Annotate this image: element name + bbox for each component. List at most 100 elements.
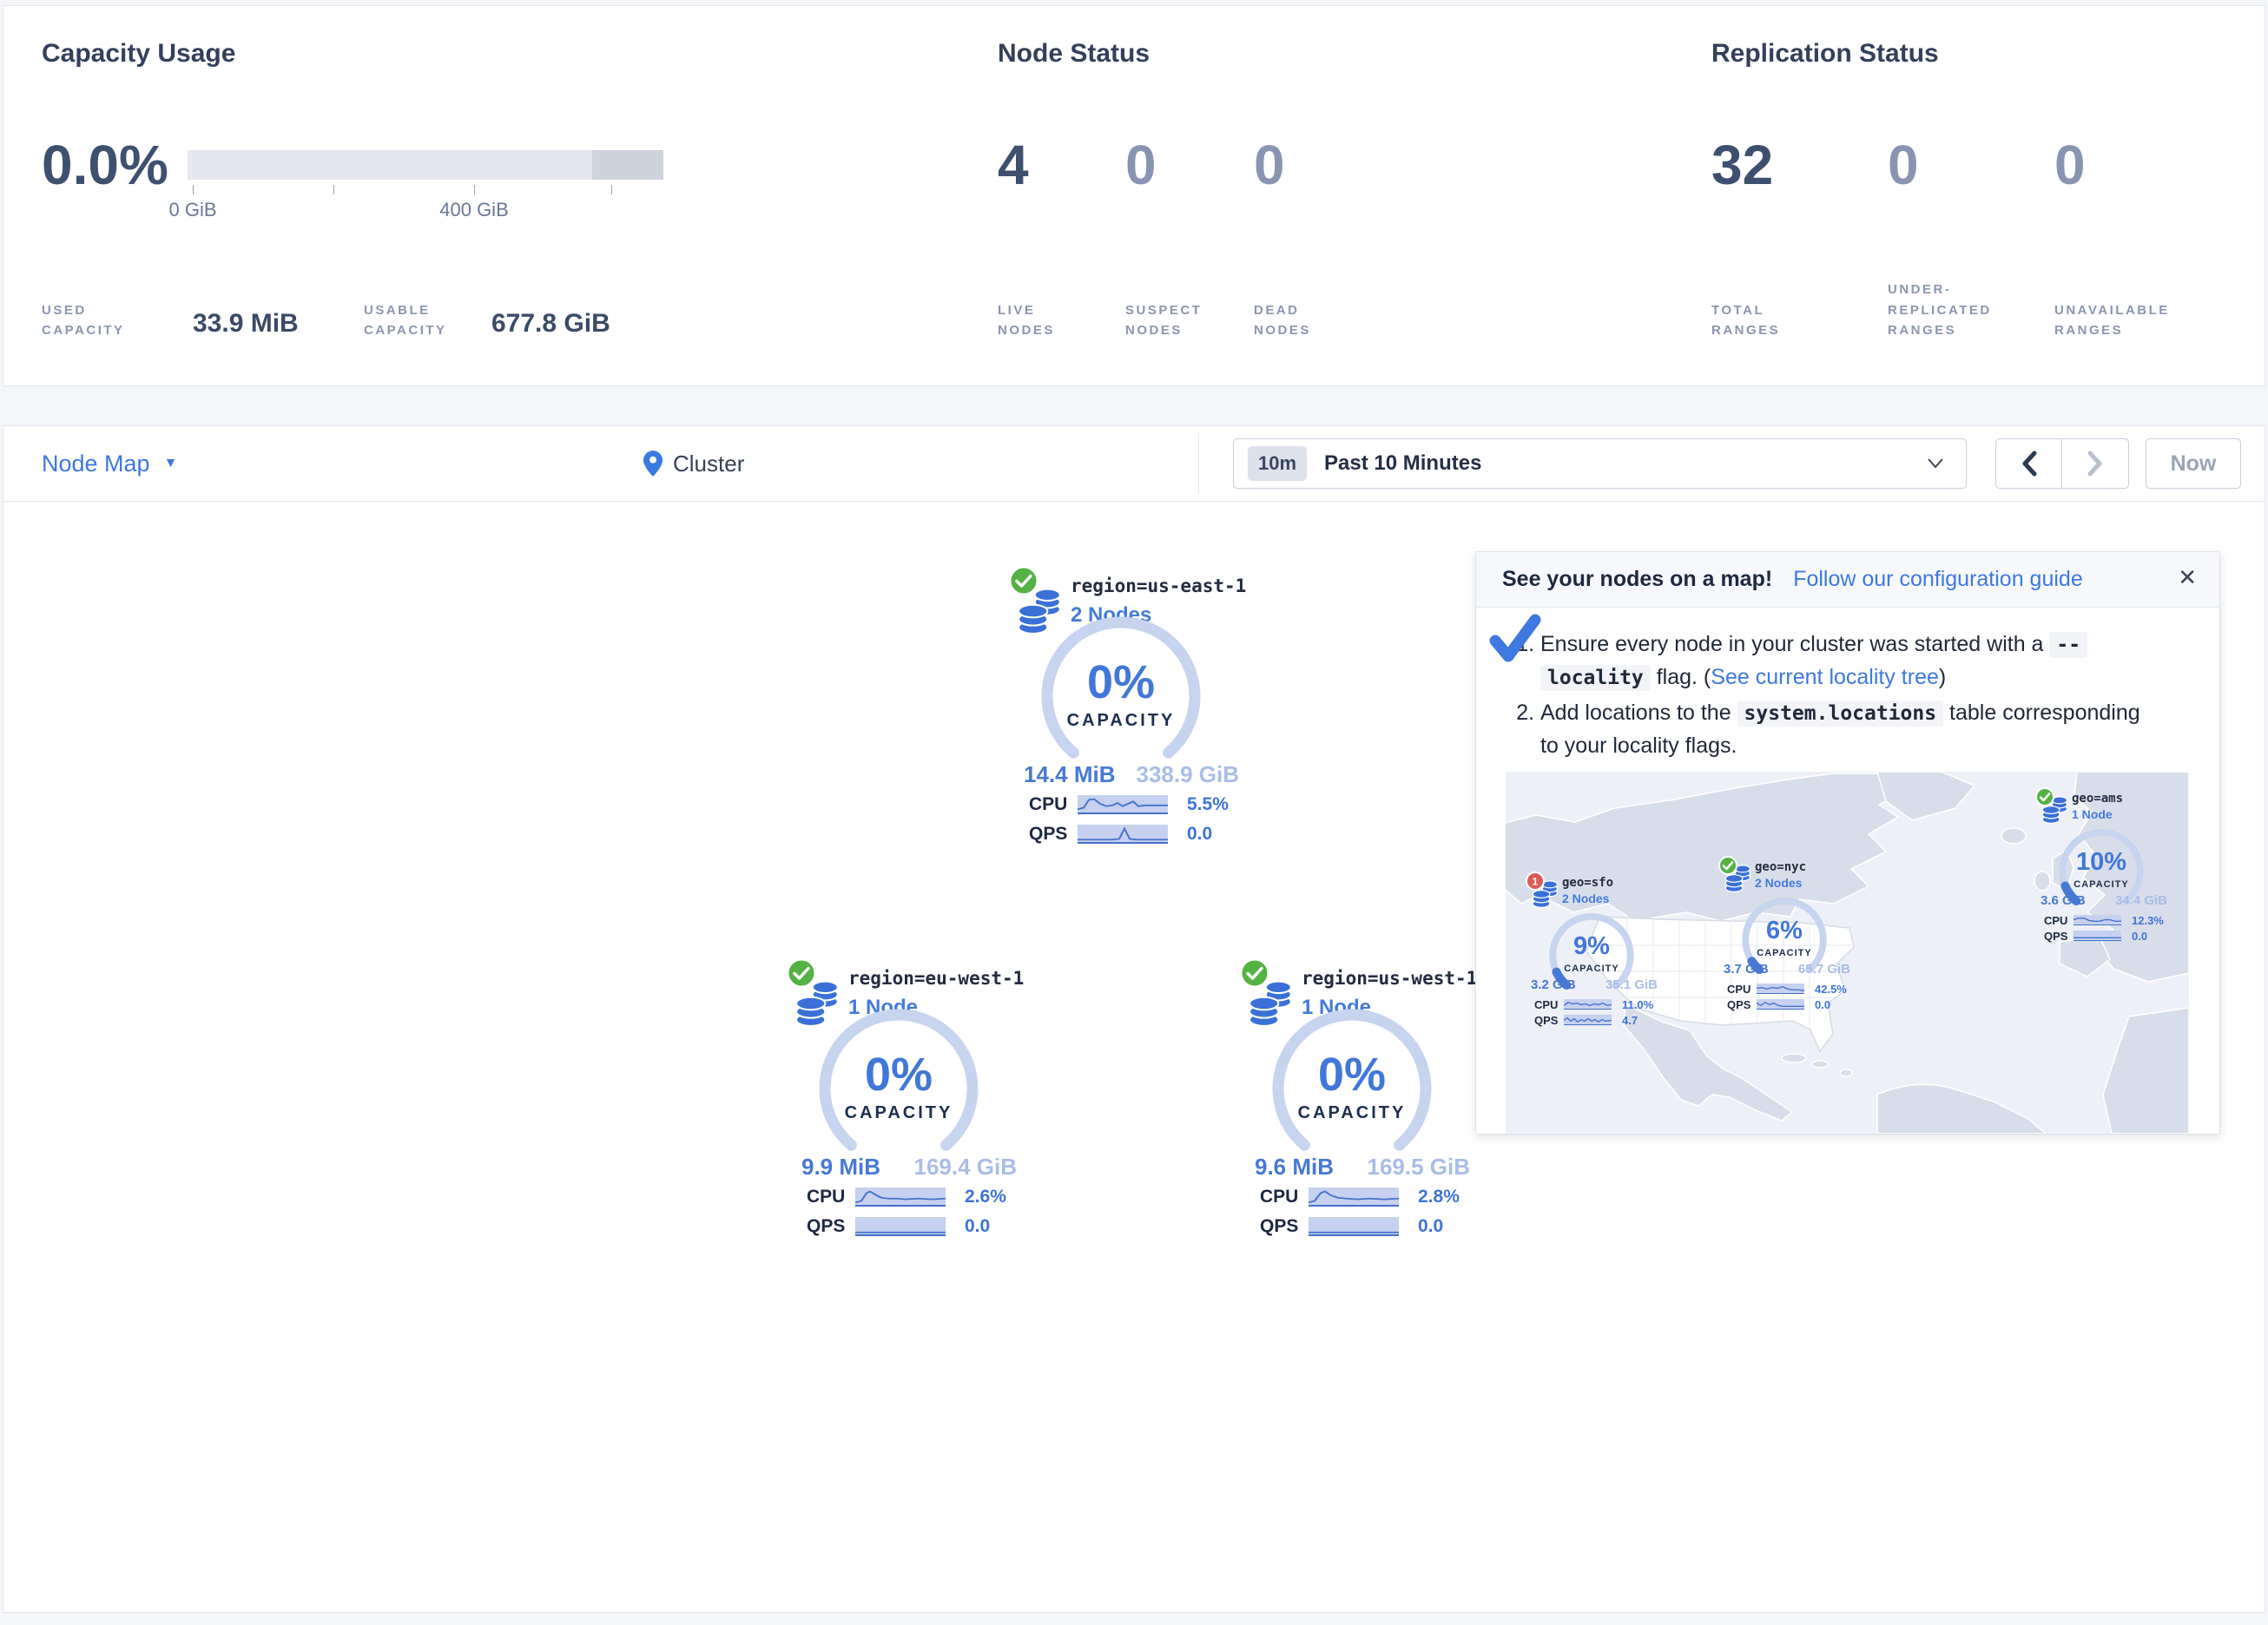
popup-header: See your nodes on a map! Follow our conf… — [1476, 552, 2219, 608]
map-toolbar: Node Map ▼ Cluster 10m Past 10 Minutes — [3, 425, 2265, 502]
used-capacity: 3.6 GiB — [2041, 893, 2086, 908]
total-capacity: 65.7 GiB — [1798, 962, 1850, 977]
view-selector-label: Node Map — [42, 451, 150, 477]
cpu-value: 12.3% — [2132, 914, 2164, 927]
step-text: ) — [1939, 665, 1946, 689]
replication-status-title: Replication Status — [1711, 39, 1939, 69]
qps-label: QPS — [1534, 1014, 1564, 1027]
cpu-sparkline — [1078, 795, 1168, 814]
axis-tick — [193, 185, 194, 194]
step-done-check-icon — [1488, 613, 1542, 667]
region-locality-label: region=us-east-1 — [1071, 576, 1246, 596]
qps-value: 0.0 — [1815, 998, 1830, 1011]
chevron-right-icon — [2087, 451, 2104, 477]
capacity-usage-bar-reserved — [592, 150, 663, 180]
map-node-ams[interactable]: geo=ams 1 Node 10% CAPACITY 3.6 GiB 34.4… — [2035, 787, 2179, 948]
capacity-percent: 6% — [1736, 917, 1833, 945]
used-capacity-label: USED CAPACITY — [42, 300, 125, 341]
region-cluster-eu-west-1[interactable]: region=eu-west-1 1 Node 0% CAPACITY 9.9 … — [777, 954, 1055, 1249]
used-capacity: 14.4 MiB — [1024, 761, 1116, 788]
total-capacity: 34.4 GiB — [2115, 893, 2167, 908]
config-step-2: Add locations to the system.locations ta… — [1540, 697, 2148, 762]
capacity-label: CAPACITY — [1736, 948, 1833, 958]
live-nodes-label: LIVE NODES — [998, 300, 1055, 341]
cluster-summary-panel: Capacity Usage 0.0% 0 GiB 400 GiB USED C… — [3, 5, 2265, 386]
cpu-sparkline — [2074, 915, 2121, 925]
capacity-percent: 0% — [1034, 655, 1208, 709]
cpu-sparkline — [855, 1188, 946, 1207]
node-map-page: Capacity Usage 0.0% 0 GiB 400 GiB USED C… — [0, 0, 2268, 1625]
map-pin-icon — [643, 451, 663, 477]
total-capacity: 35.1 GiB — [1605, 977, 1658, 992]
healthy-check-icon — [1718, 856, 1737, 875]
time-range-select[interactable]: 10m Past 10 Minutes — [1233, 438, 1967, 489]
qps-label: QPS — [1029, 824, 1078, 845]
code-token: -- — [2049, 632, 2087, 658]
cpu-value: 42.5% — [1815, 983, 1847, 996]
capacity-usage-percent: 0.0% — [42, 133, 168, 197]
popup-title: See your nodes on a map! — [1502, 567, 1772, 592]
geo-nodes-link: 1 Node — [2072, 807, 2113, 821]
under-replicated-count: 0 — [1888, 133, 1919, 197]
breadcrumb-label: Cluster — [673, 451, 744, 477]
unavailable-ranges-count: 0 — [2054, 133, 2086, 197]
axis-tick — [611, 185, 612, 194]
close-icon[interactable]: ✕ — [2178, 564, 2197, 591]
cpu-value: 5.5% — [1187, 794, 1229, 815]
cpu-label: CPU — [1029, 794, 1078, 815]
cpu-label: CPU — [1727, 983, 1757, 996]
qps-label: QPS — [1260, 1216, 1309, 1237]
cpu-sparkline — [1564, 999, 1612, 1010]
usable-capacity-value: 677.8 GiB — [491, 309, 610, 339]
map-node-sfo[interactable]: 1 geo=sfo 2 Nodes — [1526, 872, 1669, 1032]
capacity-usage-title: Capacity Usage — [42, 39, 235, 69]
used-capacity: 3.2 GiB — [1531, 977, 1576, 992]
capacity-gauge: 0% CAPACITY — [812, 1006, 986, 1162]
cpu-label: CPU — [2044, 914, 2074, 927]
qps-value: 0.0 — [2132, 930, 2147, 943]
qps-sparkline — [1309, 1217, 1399, 1236]
region-cluster-us-west-1[interactable]: region=us-west-1 1 Node 0% CAPACITY 9.6 … — [1230, 954, 1508, 1249]
chevron-left-icon — [2021, 451, 2038, 477]
time-step-buttons — [1995, 438, 2129, 489]
configuration-steps: Ensure every node in your cluster was st… — [1540, 628, 2148, 762]
qps-value: 0.0 — [1418, 1216, 1443, 1237]
cpu-label: CPU — [1534, 998, 1564, 1011]
cpu-label: CPU — [1260, 1187, 1309, 1207]
healthy-check-icon — [1008, 565, 1039, 596]
live-nodes-count: 4 — [998, 133, 1029, 197]
capacity-gauge: 0% CAPACITY — [1034, 614, 1208, 770]
capacity-percent: 0% — [1265, 1048, 1439, 1102]
total-ranges-label: TOTAL RANGES — [1711, 300, 1780, 341]
now-button-label: Now — [2171, 451, 2217, 477]
total-capacity: 338.9 GiB — [1136, 761, 1239, 788]
capacity-label: CAPACITY — [1543, 964, 1640, 974]
region-cluster-us-east-1[interactable]: region=us-east-1 2 Nodes 0% CAPACITY 14.… — [999, 562, 1277, 857]
qps-label: QPS — [807, 1216, 855, 1237]
cpu-value: 2.6% — [965, 1187, 1006, 1207]
now-button[interactable]: Now — [2146, 438, 2241, 489]
map-node-nyc[interactable]: geo=nyc 2 Nodes 6% CAPACITY 3.7 GiB 65.7… — [1718, 856, 1862, 1016]
map-configuration-popup: See your nodes on a map! Follow our conf… — [1475, 551, 2220, 1135]
config-step-1: Ensure every node in your cluster was st… — [1540, 628, 2148, 694]
geo-locality-label: geo=sfo — [1562, 876, 1613, 890]
geo-nodes-link: 2 Nodes — [1562, 891, 1609, 905]
node-map-canvas: region=us-east-1 2 Nodes 0% CAPACITY 14.… — [3, 502, 2265, 1613]
healthy-check-icon — [786, 957, 817, 989]
prev-time-button[interactable] — [1996, 439, 2062, 488]
total-capacity: 169.4 GiB — [913, 1154, 1017, 1181]
capacity-gauge: 0% CAPACITY — [1265, 1006, 1439, 1162]
configuration-guide-link[interactable]: Follow our configuration guide — [1793, 567, 2083, 592]
locality-tree-link[interactable]: See current locality tree — [1711, 665, 1939, 689]
cpu-sparkline — [1757, 984, 1804, 994]
breadcrumb[interactable]: Cluster — [643, 426, 744, 501]
view-selector-dropdown[interactable]: Node Map ▼ — [42, 426, 177, 501]
dead-nodes-count: 0 — [1254, 133, 1285, 197]
used-capacity-value: 33.9 MiB — [193, 309, 299, 339]
capacity-percent: 0% — [812, 1048, 986, 1102]
qps-sparkline — [1564, 1015, 1612, 1025]
qps-value: 4.7 — [1622, 1014, 1638, 1027]
geo-locality-label: geo=nyc — [1755, 860, 1806, 874]
next-time-button[interactable] — [2062, 439, 2128, 488]
capacity-percent: 9% — [1543, 932, 1640, 961]
